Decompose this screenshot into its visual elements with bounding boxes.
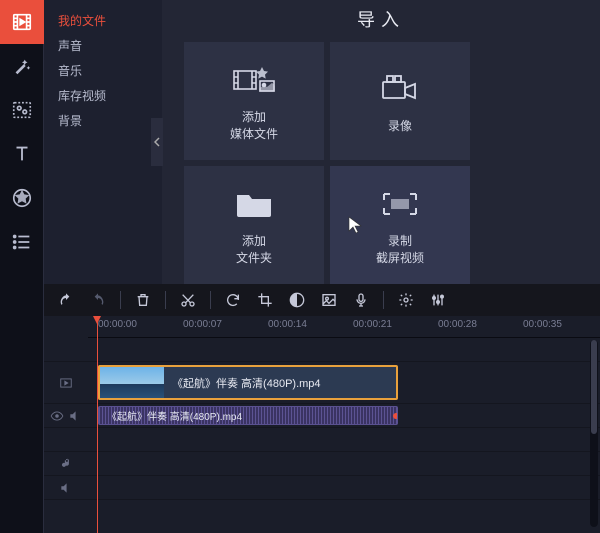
vertical-scrollbar[interactable] — [590, 340, 598, 527]
clip-name: 《起航》伴奏 高清(480P).mp4 — [99, 408, 250, 423]
source-my-files[interactable]: 我的文件 — [44, 8, 162, 33]
tile-label: 添加 — [242, 110, 266, 124]
rail-text[interactable] — [0, 132, 44, 176]
ruler-tick: 00:00:21 — [353, 319, 392, 330]
music-track-head — [44, 452, 88, 475]
equalizer-button[interactable] — [424, 288, 452, 312]
speaker-icon — [59, 481, 73, 495]
speaker-icon — [68, 409, 82, 423]
tile-label: 录制 — [388, 234, 412, 248]
tile-record-camera[interactable]: 录像 — [330, 42, 470, 160]
scrollbar-thumb[interactable] — [591, 340, 597, 434]
cut-button[interactable] — [174, 288, 202, 312]
video-track-head — [44, 362, 88, 403]
ruler-tick: 00:00:28 — [438, 319, 477, 330]
ruler-tick: 00:00:07 — [183, 319, 222, 330]
rail-filters[interactable] — [0, 88, 44, 132]
tile-label: 录像 — [388, 119, 412, 133]
timeline: 00:00:00 00:00:07 00:00:14 00:00:21 00:0… — [44, 316, 600, 533]
camera-icon — [379, 68, 421, 110]
tile-label: 媒体文件 — [230, 127, 278, 141]
image-button[interactable] — [315, 288, 343, 312]
ruler-tick: 00:00:35 — [523, 319, 562, 330]
audio-track-head — [44, 404, 88, 427]
cursor-icon — [348, 216, 362, 237]
music-note-icon — [59, 457, 73, 471]
tile-label: 添加 — [242, 234, 266, 248]
video-track-icon — [59, 376, 73, 390]
clip-handle[interactable] — [393, 413, 398, 419]
tile-label: 截屏视频 — [376, 251, 424, 265]
import-title: 导入 — [162, 6, 600, 32]
audio-clip[interactable]: 《起航》伴奏 高清(480P).mp4 — [98, 406, 398, 425]
rail-wand[interactable] — [0, 44, 44, 88]
redo-button[interactable] — [84, 288, 112, 312]
clip-thumbnail — [100, 367, 164, 398]
clip-name: 《起航》伴奏 高清(480P).mp4 — [164, 375, 329, 391]
tile-add-media[interactable]: 添加媒体文件 — [184, 42, 324, 160]
mic-button[interactable] — [347, 288, 375, 312]
time-ruler[interactable]: 00:00:00 00:00:07 00:00:14 00:00:21 00:0… — [88, 316, 600, 338]
source-music[interactable]: 音乐 — [44, 58, 162, 83]
color-button[interactable] — [283, 288, 311, 312]
rail-media[interactable] — [0, 0, 44, 44]
source-background[interactable]: 背景 — [44, 108, 162, 133]
ruler-tick: 00:00:00 — [98, 319, 137, 330]
eye-icon — [50, 409, 64, 423]
sfx-track-head — [44, 476, 88, 499]
tile-label: 文件夹 — [236, 251, 272, 265]
crop-button[interactable] — [251, 288, 279, 312]
settings-button[interactable] — [392, 288, 420, 312]
folder-icon — [235, 183, 273, 225]
playhead[interactable] — [97, 316, 98, 533]
source-sound[interactable]: 声音 — [44, 33, 162, 58]
media-files-icon — [232, 59, 276, 101]
screen-record-icon — [380, 183, 420, 225]
ruler-tick: 00:00:14 — [268, 319, 307, 330]
rail-stickers[interactable] — [0, 176, 44, 220]
rotate-button[interactable] — [219, 288, 247, 312]
source-stock-video[interactable]: 库存视频 — [44, 83, 162, 108]
undo-button[interactable] — [52, 288, 80, 312]
video-clip[interactable]: 《起航》伴奏 高清(480P).mp4 — [98, 365, 398, 400]
tile-add-folder[interactable]: 添加文件夹 — [184, 166, 324, 284]
tile-record-screen[interactable]: 录制截屏视频 — [330, 166, 470, 284]
collapse-handle[interactable] — [151, 118, 163, 166]
timeline-toolbar — [44, 284, 600, 316]
left-rail — [0, 0, 44, 533]
delete-button[interactable] — [129, 288, 157, 312]
source-list: 我的文件 声音 音乐 库存视频 背景 — [44, 0, 162, 284]
rail-list[interactable] — [0, 220, 44, 264]
